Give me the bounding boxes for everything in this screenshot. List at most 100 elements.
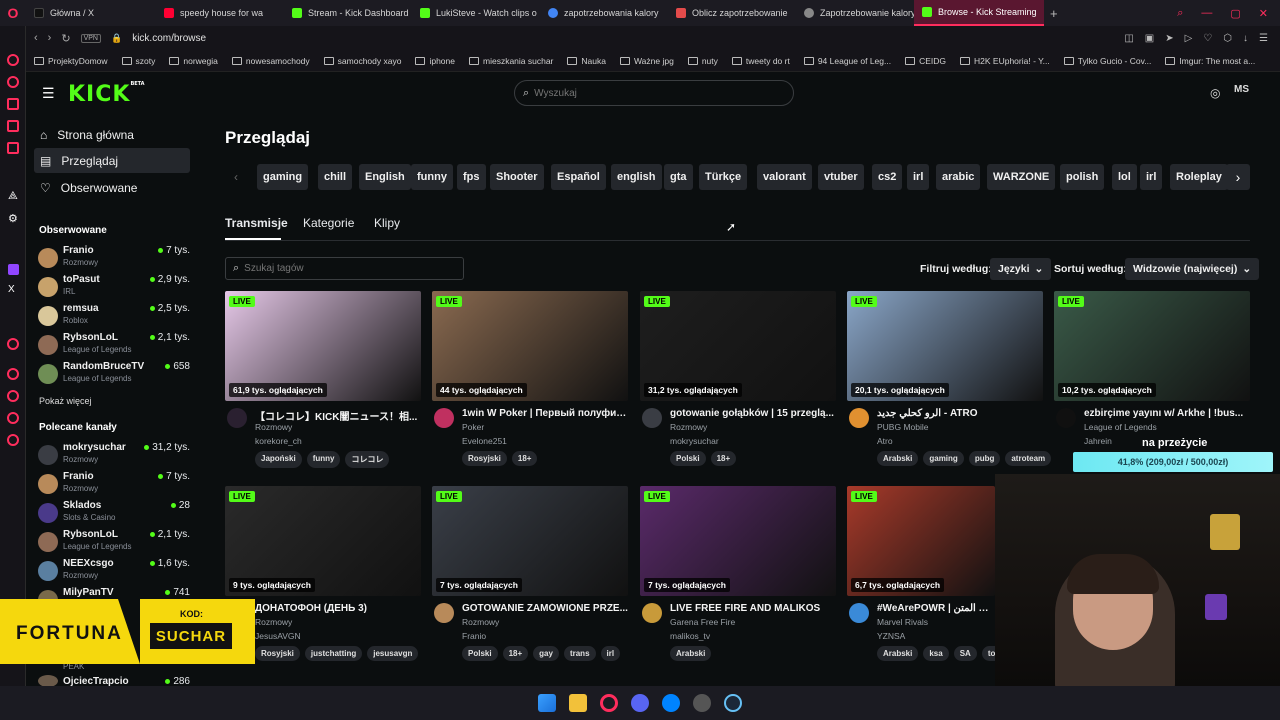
send-icon[interactable]: ➤ <box>1165 33 1173 44</box>
opera-menu-icon[interactable]: O <box>0 5 26 21</box>
stream-username[interactable]: JesusAVGN <box>255 631 301 641</box>
bookmark-item[interactable]: Tylko Gucio - Cov... <box>1063 56 1151 66</box>
sidebar-channel[interactable]: Franio Rozmowy 7 tys. <box>38 471 190 499</box>
tag-chip[interactable]: polish <box>1060 164 1105 190</box>
stream-card[interactable]: LIVE 6,7 tys. oglądających #WeArePOWR | يح… <box>847 486 1011 666</box>
tag-chip[interactable]: valorant <box>757 164 812 190</box>
close-icon[interactable]: ✕ <box>1259 7 1268 20</box>
avatar[interactable] <box>642 603 662 623</box>
stream-thumbnail[interactable]: LIVE 44 tys. oglądających <box>432 291 628 401</box>
stream-thumbnail[interactable]: LIVE 7 tys. oglądających <box>640 486 836 596</box>
camera-icon[interactable]: ◫ <box>1124 33 1133 44</box>
stream-tag[interactable]: funny <box>306 451 341 468</box>
avatar[interactable] <box>434 408 454 428</box>
stream-category[interactable]: PUBG Mobile <box>877 422 929 432</box>
bookmark-item[interactable]: tweety do rt <box>731 56 790 66</box>
forward-icon[interactable]: › <box>48 32 52 44</box>
bookmark-item[interactable]: norwegia <box>169 56 218 66</box>
bookmark-item[interactable]: CEIDG <box>905 56 946 66</box>
tag-chip[interactable]: Español <box>551 164 606 190</box>
stream-title[interactable]: 【コレコレ】KICK闇ニュース！相... <box>255 408 421 423</box>
sort-dropdown[interactable]: Widzowie (najwięcej) ⌄ <box>1125 258 1260 280</box>
tag-chip[interactable]: Türkçe <box>699 164 748 190</box>
browser-tab[interactable]: speedy house for wa <box>156 0 284 26</box>
stream-tag[interactable]: atroteam <box>1005 451 1052 466</box>
stream-tag[interactable]: 18+ <box>710 451 737 466</box>
avatar[interactable] <box>434 603 454 623</box>
stream-category[interactable]: Garena Free Fire <box>670 617 735 627</box>
stream-title[interactable]: LIVE FREE FIRE AND MALIKOS <box>670 603 836 614</box>
tag-chip[interactable]: WARZONE <box>987 164 1056 190</box>
tag-chip[interactable]: chill <box>318 164 353 190</box>
nav-browse[interactable]: ▤ Przeglądaj <box>34 148 190 173</box>
language-filter-dropdown[interactable]: Języki ⌄ <box>990 258 1052 280</box>
tag-chip[interactable]: irl <box>907 164 930 190</box>
bookmark-item[interactable]: Ważne jpg <box>619 56 674 66</box>
stream-card[interactable]: LIVE 31,2 tys. oglądających gotowanie gołą… <box>640 291 836 471</box>
bookmark-item[interactable]: samochody xayo <box>323 56 401 66</box>
bookmark-item[interactable]: Nauka <box>567 56 606 66</box>
sidebar-channel[interactable]: RybsonLoL League of Legends 2,1 tys. <box>38 529 190 557</box>
browser-tab[interactable]: Główna / X <box>26 0 156 26</box>
stream-tag[interactable]: 18+ <box>511 451 538 466</box>
sidebar-channel[interactable]: RybsonLoL League of Legends 2,1 tys. <box>38 332 190 360</box>
show-more-link[interactable]: Pokaż więcej <box>39 396 92 406</box>
stream-tag[interactable]: コレコレ <box>345 451 390 468</box>
stream-tag[interactable]: Arabski <box>877 451 919 466</box>
tag-chip[interactable]: Shooter <box>490 164 544 190</box>
stream-tag[interactable]: 18+ <box>502 646 529 661</box>
stream-category[interactable]: Rozmowy <box>670 422 707 432</box>
sidebar-channel[interactable]: Franio Rozmowy 7 tys. <box>38 245 190 273</box>
music-icon[interactable] <box>7 338 19 350</box>
stream-tag[interactable]: jesusavgn <box>367 646 419 661</box>
heart-icon[interactable]: ♡ <box>1203 33 1212 44</box>
stream-username[interactable]: Atro <box>877 436 893 446</box>
browser-tab-active[interactable]: Browse - Kick Streaming <box>914 0 1044 26</box>
bookmark-item[interactable]: szoty <box>121 56 155 66</box>
windows-start-icon[interactable] <box>538 694 556 712</box>
stream-title[interactable]: الرو كحلي جديد - ATRO <box>877 408 1043 419</box>
tag-chip[interactable]: english <box>611 164 662 190</box>
tag-chip[interactable]: gaming <box>257 164 309 190</box>
bookmark-item[interactable]: H2K EUphoria! - Y... <box>960 56 1050 66</box>
url-field[interactable]: kick.com/browse <box>132 33 206 44</box>
bookmark-item[interactable]: iphone <box>415 56 455 66</box>
stream-username[interactable]: Jahrein <box>1084 436 1112 446</box>
nav-home[interactable]: ⌂ Strona główna <box>34 122 190 147</box>
stream-thumbnail[interactable]: LIVE 10,2 tys. oglądających <box>1054 291 1250 401</box>
history-icon[interactable] <box>7 76 19 88</box>
stream-tag[interactable]: ksa <box>923 646 949 661</box>
stream-thumbnail[interactable]: LIVE 20,1 tys. oglądających <box>847 291 1043 401</box>
avatar[interactable] <box>849 408 869 428</box>
stream-tag[interactable]: Japoński <box>255 451 302 468</box>
stream-tag[interactable]: trans <box>563 646 596 661</box>
stream-tag[interactable]: justchatting <box>304 646 363 661</box>
browser-tab[interactable]: Stream - Kick Dashboard <box>284 0 412 26</box>
user-avatar[interactable]: MS <box>1234 84 1254 102</box>
stream-category[interactable]: Marvel Rivals <box>877 617 928 627</box>
avatar[interactable] <box>227 408 247 428</box>
stream-title[interactable]: GOTOWANIE ZAMÓWIONE PRZE... <box>462 603 628 614</box>
tab-streams[interactable]: Transmisje <box>225 216 288 230</box>
bookmark-item[interactable]: nuty <box>687 56 718 66</box>
pinboard-icon[interactable] <box>7 142 19 154</box>
tag-chip[interactable]: cs2 <box>872 164 903 190</box>
stream-tag[interactable]: pubg <box>968 451 1001 466</box>
messenger-icon[interactable] <box>662 694 680 712</box>
tag-chip[interactable]: lol <box>1112 164 1137 190</box>
stream-title[interactable]: 1win W Poker | Первый полуфин... <box>462 408 628 419</box>
sidebar-channel[interactable]: toPasut IRL 2,9 tys. <box>38 274 190 302</box>
stream-title[interactable]: ДОНАТОФОН (ДЕНЬ 3) <box>255 603 421 614</box>
browser-tab[interactable]: LukiSteve - Watch clips o <box>412 0 540 26</box>
extensions-sidebar-icon[interactable] <box>7 412 19 424</box>
search-tabs-icon[interactable]: ⌕ <box>1177 7 1183 20</box>
tab-categories[interactable]: Kategorie <box>303 216 354 230</box>
tag-search-input[interactable] <box>244 263 445 274</box>
vpn-badge[interactable]: VPN <box>80 33 101 43</box>
stream-title[interactable]: #WeArePOWR | يحساب المتن <box>877 603 995 614</box>
file-explorer-icon[interactable] <box>569 694 587 712</box>
tab-clips[interactable]: Klipy <box>374 216 400 230</box>
minimize-icon[interactable]: — <box>1201 7 1212 20</box>
bookmark-item[interactable]: Imgur: The most a... <box>1165 56 1255 66</box>
hamburger-menu-icon[interactable]: ☰ <box>42 85 55 102</box>
